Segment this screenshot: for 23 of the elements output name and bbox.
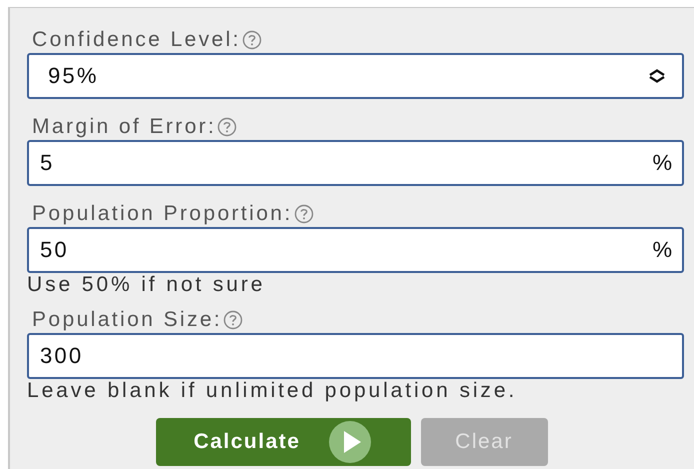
help-icon[interactable]	[242, 30, 262, 50]
help-icon[interactable]	[294, 204, 314, 224]
chevron-icon	[648, 69, 666, 83]
help-icon[interactable]	[223, 310, 244, 330]
field-label: Population Size:	[32, 308, 222, 332]
hint-text: Use 50% if not sure	[27, 273, 266, 297]
calculate-button[interactable]: Calculate	[156, 418, 410, 466]
input-value: 300	[40, 343, 84, 369]
unit-label: %	[652, 237, 672, 263]
input-value: 5	[40, 150, 56, 176]
input-field[interactable]: 5 %	[27, 140, 684, 186]
unit-label: %	[652, 150, 672, 176]
select-value: 95%	[47, 63, 100, 89]
play-icon	[328, 420, 372, 464]
help-icon[interactable]	[217, 117, 238, 137]
input-field[interactable]: 50 %	[27, 227, 684, 273]
hint-text: Leave blank if unlimited population size.	[27, 379, 518, 403]
input-field[interactable]: 300	[27, 333, 684, 379]
field-label: Margin of Error:	[32, 115, 216, 139]
input-value: 50	[40, 237, 70, 263]
field-label: Population Proportion:	[32, 202, 293, 226]
select-field[interactable]: 95%	[27, 53, 684, 99]
field-label: Confidence Level:	[32, 28, 241, 52]
